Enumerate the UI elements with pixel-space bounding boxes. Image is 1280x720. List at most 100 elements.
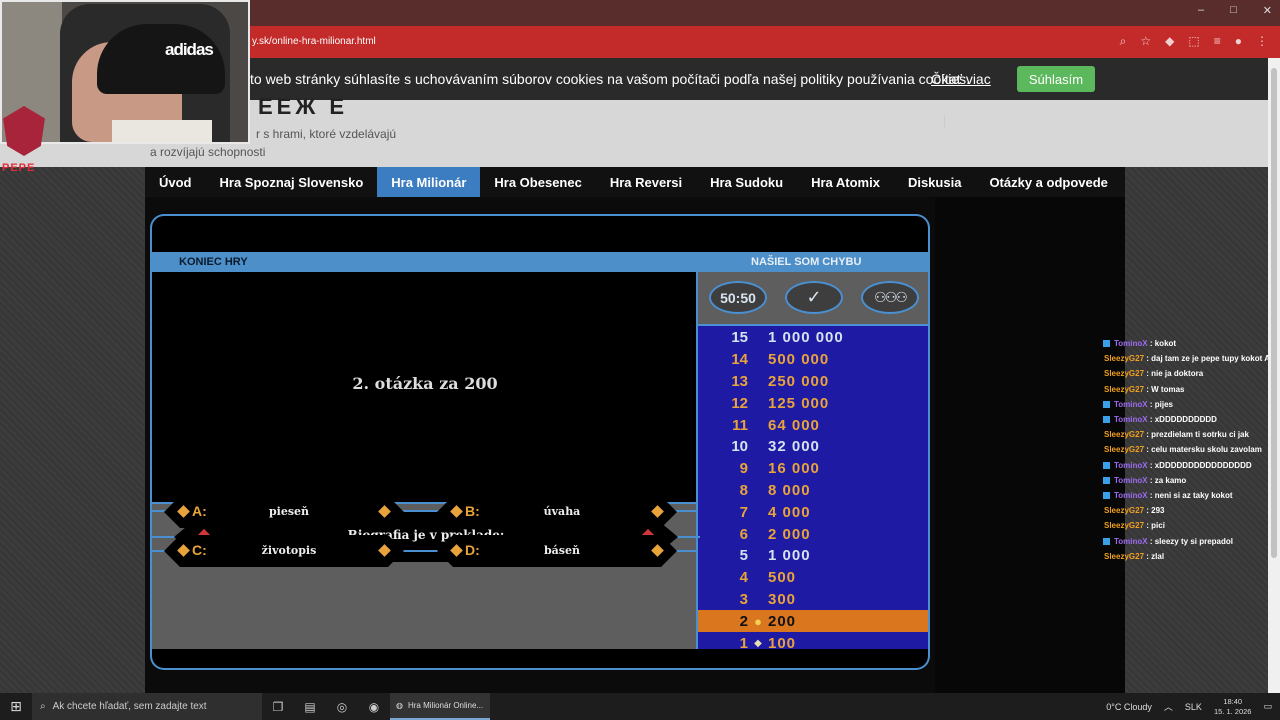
chat-message: SleezyG27 : pici bbox=[1100, 518, 1280, 533]
ladder-marker: ◆ bbox=[754, 637, 762, 649]
ladder-amount: 500 000 bbox=[768, 351, 830, 369]
game-top-frame bbox=[150, 214, 930, 252]
nav-item-3[interactable]: Hra Obesenec bbox=[480, 167, 595, 197]
chat-text: celu matersku skolu zavolam bbox=[1151, 445, 1262, 455]
ladder-level: 11 bbox=[732, 416, 748, 434]
menu-list-icon[interactable]: ≡ bbox=[1214, 34, 1221, 49]
nav-item-2[interactable]: Hra Milionár bbox=[377, 167, 481, 197]
chat-username: TominoX bbox=[1114, 475, 1148, 485]
webcam-cap-logo: adidas bbox=[165, 40, 214, 59]
cookie-accept-button[interactable]: Súhlasím bbox=[1017, 66, 1095, 92]
extension-icon[interactable]: ◆ bbox=[1165, 34, 1174, 49]
ladder-row: 14 500 000 bbox=[698, 349, 928, 371]
chat-message: TominoX : pijes bbox=[1100, 397, 1280, 412]
pepe-badge-icon bbox=[3, 106, 45, 156]
ladder-marker: ● bbox=[754, 613, 762, 629]
address-bar-icons: ⌕ ☆ ◆ ⬚ ≡ ● ⋮ bbox=[1120, 34, 1268, 49]
url-text[interactable]: y.sk/online-hra-milionar.html bbox=[252, 36, 376, 47]
page-scrollbar[interactable] bbox=[1268, 58, 1280, 693]
search-icon: ⌕ bbox=[40, 701, 46, 712]
answer-c[interactable]: C: životopis bbox=[164, 535, 404, 567]
weather-widget[interactable]: 0°C Cloudy bbox=[1106, 702, 1152, 712]
maximize-button[interactable]: □ bbox=[1230, 4, 1237, 17]
nav-item-7[interactable]: Diskusia bbox=[894, 167, 975, 197]
chat-username: TominoX bbox=[1114, 491, 1148, 501]
chat-text: daj tam ze je pepe tupy kokot ANO bbox=[1151, 354, 1280, 364]
lifeline-audience-icon[interactable]: ⚇⚇⚇ bbox=[861, 281, 919, 314]
chat-badge-icon bbox=[1103, 492, 1110, 500]
scrollbar-thumb[interactable] bbox=[1271, 68, 1277, 558]
lifeline-fifty-fifty[interactable]: 50:50 bbox=[709, 281, 767, 314]
zoom-icon[interactable]: ⌕ bbox=[1120, 34, 1127, 49]
tray-chevron-icon[interactable]: ︿ bbox=[1164, 700, 1173, 713]
chat-badge-icon bbox=[1103, 400, 1110, 408]
site-logo[interactable]: ЕЕЖ Е bbox=[258, 94, 348, 120]
ladder-row: 12 125 000 bbox=[698, 392, 928, 414]
profile-avatar[interactable]: ● bbox=[1235, 34, 1242, 49]
chat-separator: : bbox=[1147, 475, 1155, 485]
nav-item-6[interactable]: Hra Atomix bbox=[797, 167, 894, 197]
nav-item-4[interactable]: Hra Reversi bbox=[596, 167, 696, 197]
notifications-icon[interactable]: ▭ bbox=[1263, 701, 1272, 712]
chat-message: TominoX : neni si az taky kokot bbox=[1100, 488, 1280, 503]
report-error-button[interactable]: NAŠIEL SOM CHYBU bbox=[751, 256, 861, 268]
end-game-button[interactable]: KONIEC HRY bbox=[179, 256, 248, 268]
file-explorer-icon[interactable]: ▤ bbox=[294, 700, 326, 714]
language-indicator[interactable]: SLK bbox=[1185, 702, 1202, 712]
close-button[interactable]: ✕ bbox=[1263, 4, 1272, 17]
milionar-game: KONIEC HRY NAŠIEL SOM CHYBU 2. otázka za… bbox=[150, 214, 930, 670]
chat-badge-icon bbox=[1103, 461, 1110, 469]
taskbar-app-title: Hra Milionár Online... bbox=[407, 701, 484, 710]
window-controls: – □ ✕ bbox=[1198, 4, 1272, 17]
steam-icon[interactable]: ◎ bbox=[326, 700, 358, 714]
pepe-label: PEPE bbox=[2, 162, 36, 174]
ladder-amount: 64 000 bbox=[768, 416, 820, 434]
chat-message: SleezyG27 : daj tam ze je pepe tupy koko… bbox=[1100, 351, 1280, 366]
answer-b[interactable]: B: úvaha bbox=[437, 496, 677, 528]
discord-icon[interactable]: ◉ bbox=[358, 700, 390, 714]
nav-item-1[interactable]: Hra Spoznaj Slovensko bbox=[206, 167, 378, 197]
chrome-icon: ◍ bbox=[396, 701, 403, 710]
prize-ladder: 15 1 000 000 14 500 000 13 250 000 12 125 000 11… bbox=[696, 324, 930, 652]
more-menu-icon[interactable]: ⋮ bbox=[1256, 34, 1268, 49]
bookmark-star-icon[interactable]: ☆ bbox=[1140, 34, 1151, 49]
chat-message: SleezyG27 : celu matersku skolu zavolam bbox=[1100, 442, 1280, 457]
system-clock[interactable]: 18:40 15. 1. 2026 bbox=[1214, 697, 1252, 717]
task-view-icon[interactable]: ❐ bbox=[262, 700, 294, 714]
taskbar-search-placeholder: Ak chcete hľadať, sem zadajte text bbox=[52, 701, 207, 712]
text-cursor bbox=[944, 115, 945, 127]
ladder-row: 6 2 000 bbox=[698, 523, 928, 545]
ladder-row: 8 8 000 bbox=[698, 480, 928, 502]
ladder-amount: 4 000 bbox=[768, 503, 811, 521]
answer-b-text: úvaha bbox=[543, 505, 581, 518]
cookie-text: to web stránky súhlasíte s uchovávaním s… bbox=[250, 71, 971, 87]
chat-separator: : bbox=[1147, 536, 1155, 546]
lifeline-phone-icon[interactable]: ✓ bbox=[785, 281, 843, 314]
taskbar-browser-app[interactable]: ◍ Hra Milionár Online... bbox=[390, 693, 490, 720]
nav-item-8[interactable]: Otázky a odpovede bbox=[975, 167, 1121, 197]
chat-text: pijes bbox=[1154, 399, 1173, 409]
ladder-amount: 250 000 bbox=[768, 372, 830, 390]
puzzle-icon[interactable]: ⬚ bbox=[1188, 34, 1199, 49]
ladder-row: 15 1 000 000 bbox=[698, 327, 928, 349]
chat-message: SleezyG27 : W tomas bbox=[1100, 382, 1280, 397]
ladder-level: 9 bbox=[739, 460, 748, 478]
ladder-amount: 1 000 bbox=[768, 547, 811, 565]
ladder-row: 7 4 000 bbox=[698, 501, 928, 523]
cookie-read-more-link[interactable]: Čítať viac bbox=[931, 71, 991, 87]
chat-message: SleezyG27 : nie ja doktora bbox=[1100, 366, 1280, 381]
taskbar-search[interactable]: ⌕ Ak chcete hľadať, sem zadajte text bbox=[32, 693, 262, 720]
answer-d[interactable]: D: báseň bbox=[437, 535, 677, 567]
nav-item-5[interactable]: Hra Sudoku bbox=[696, 167, 797, 197]
minimize-button[interactable]: – bbox=[1198, 4, 1204, 17]
chat-message: TominoX : xDDDDDDDDDDDDDDDD bbox=[1100, 458, 1280, 473]
ladder-level: 6 bbox=[739, 525, 748, 543]
system-tray: 0°C Cloudy ︿ SLK 18:40 15. 1. 2026 ▭ bbox=[1106, 693, 1272, 720]
chat-text: xDDDDDDDDDD bbox=[1154, 415, 1217, 425]
answer-a[interactable]: A: pieseň bbox=[164, 496, 404, 528]
chat-text: zlal bbox=[1151, 551, 1165, 561]
nav-item-0[interactable]: Úvod bbox=[145, 167, 206, 197]
ladder-amount: 200 bbox=[768, 612, 797, 630]
chat-username: SleezyG27 bbox=[1104, 384, 1145, 394]
windows-start-icon[interactable]: ⊞ bbox=[0, 698, 32, 715]
